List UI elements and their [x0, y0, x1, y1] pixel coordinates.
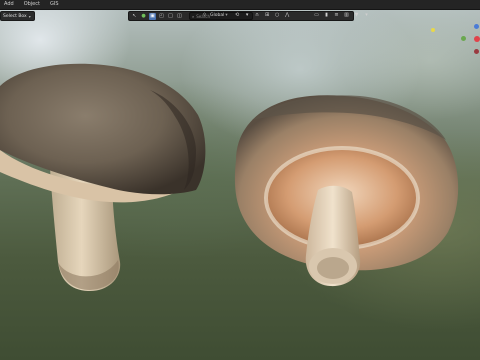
scene-collection-icon[interactable]: ●	[140, 13, 147, 20]
orientation-label: Global	[210, 12, 225, 18]
select-mode-dropdown[interactable]: Select Box ▾	[0, 11, 35, 21]
chevron-down-icon: ▾	[225, 12, 228, 18]
menu-object[interactable]: Object	[19, 0, 45, 9]
3d-viewport[interactable]	[0, 0, 480, 360]
right-mushroom[interactable]	[234, 95, 459, 287]
orientation-icon[interactable]: ⟐	[201, 12, 208, 19]
light-icon[interactable]: ◫	[176, 13, 183, 20]
object-type-icon[interactable]: ◰	[158, 13, 165, 20]
right-header-tools: ▭ ▮ ≡ ▥ ▼ ▾	[310, 11, 370, 19]
menu-add[interactable]: Add	[0, 0, 19, 9]
snap-target-icon[interactable]: ⊞	[264, 12, 271, 19]
bookmark-icon[interactable]: ▮	[323, 12, 330, 19]
left-mushroom[interactable]	[0, 63, 206, 292]
view-toggle-icon[interactable]: ▭	[313, 12, 320, 19]
gizmo-neg-dot[interactable]	[474, 49, 479, 54]
gizmo-z-dot[interactable]	[474, 24, 479, 29]
transform-tools: ⟐ Global ▾ ⟲ ▾ ∩ ⊞ ○ ⋀	[198, 11, 291, 19]
scene-render	[0, 63, 459, 292]
viewport-header: Select Box ▾ ↖ ● ▣ ◰ □ ◫ ⌕ Search ⟐ Glob…	[0, 10, 480, 21]
filter-icon[interactable]: ▼	[353, 12, 360, 19]
falloff-icon[interactable]: ⋀	[284, 12, 291, 19]
arrow-select-icon[interactable]: ↖	[131, 13, 138, 20]
gizmo-x-dot[interactable]	[474, 36, 480, 42]
menu-gis[interactable]: GIS	[45, 0, 64, 9]
chevron-down-icon[interactable]: ▾	[244, 12, 251, 19]
select-mode-label: Select Box	[3, 13, 27, 19]
mesh-display-icon[interactable]: ▣	[149, 12, 156, 20]
box-icon[interactable]: □	[167, 13, 174, 20]
gizmo-y-dot[interactable]	[461, 36, 466, 41]
orientation-dropdown[interactable]: Global ▾	[210, 12, 228, 18]
pivot-icon[interactable]: ⟲	[234, 12, 241, 19]
list-icon[interactable]: ≡	[333, 12, 340, 19]
chevron-down-icon[interactable]: ▾	[363, 12, 370, 19]
magnet-icon[interactable]: ∩	[254, 12, 261, 19]
proportional-edit-icon[interactable]: ○	[274, 12, 281, 19]
layout-icon[interactable]: ▥	[343, 12, 350, 19]
top-menu-bar: Add Object GIS	[0, 0, 480, 10]
search-icon: ⌕	[192, 13, 195, 19]
chevron-down-icon: ▾	[28, 13, 31, 19]
gizmo-extra-dot[interactable]	[431, 28, 435, 32]
